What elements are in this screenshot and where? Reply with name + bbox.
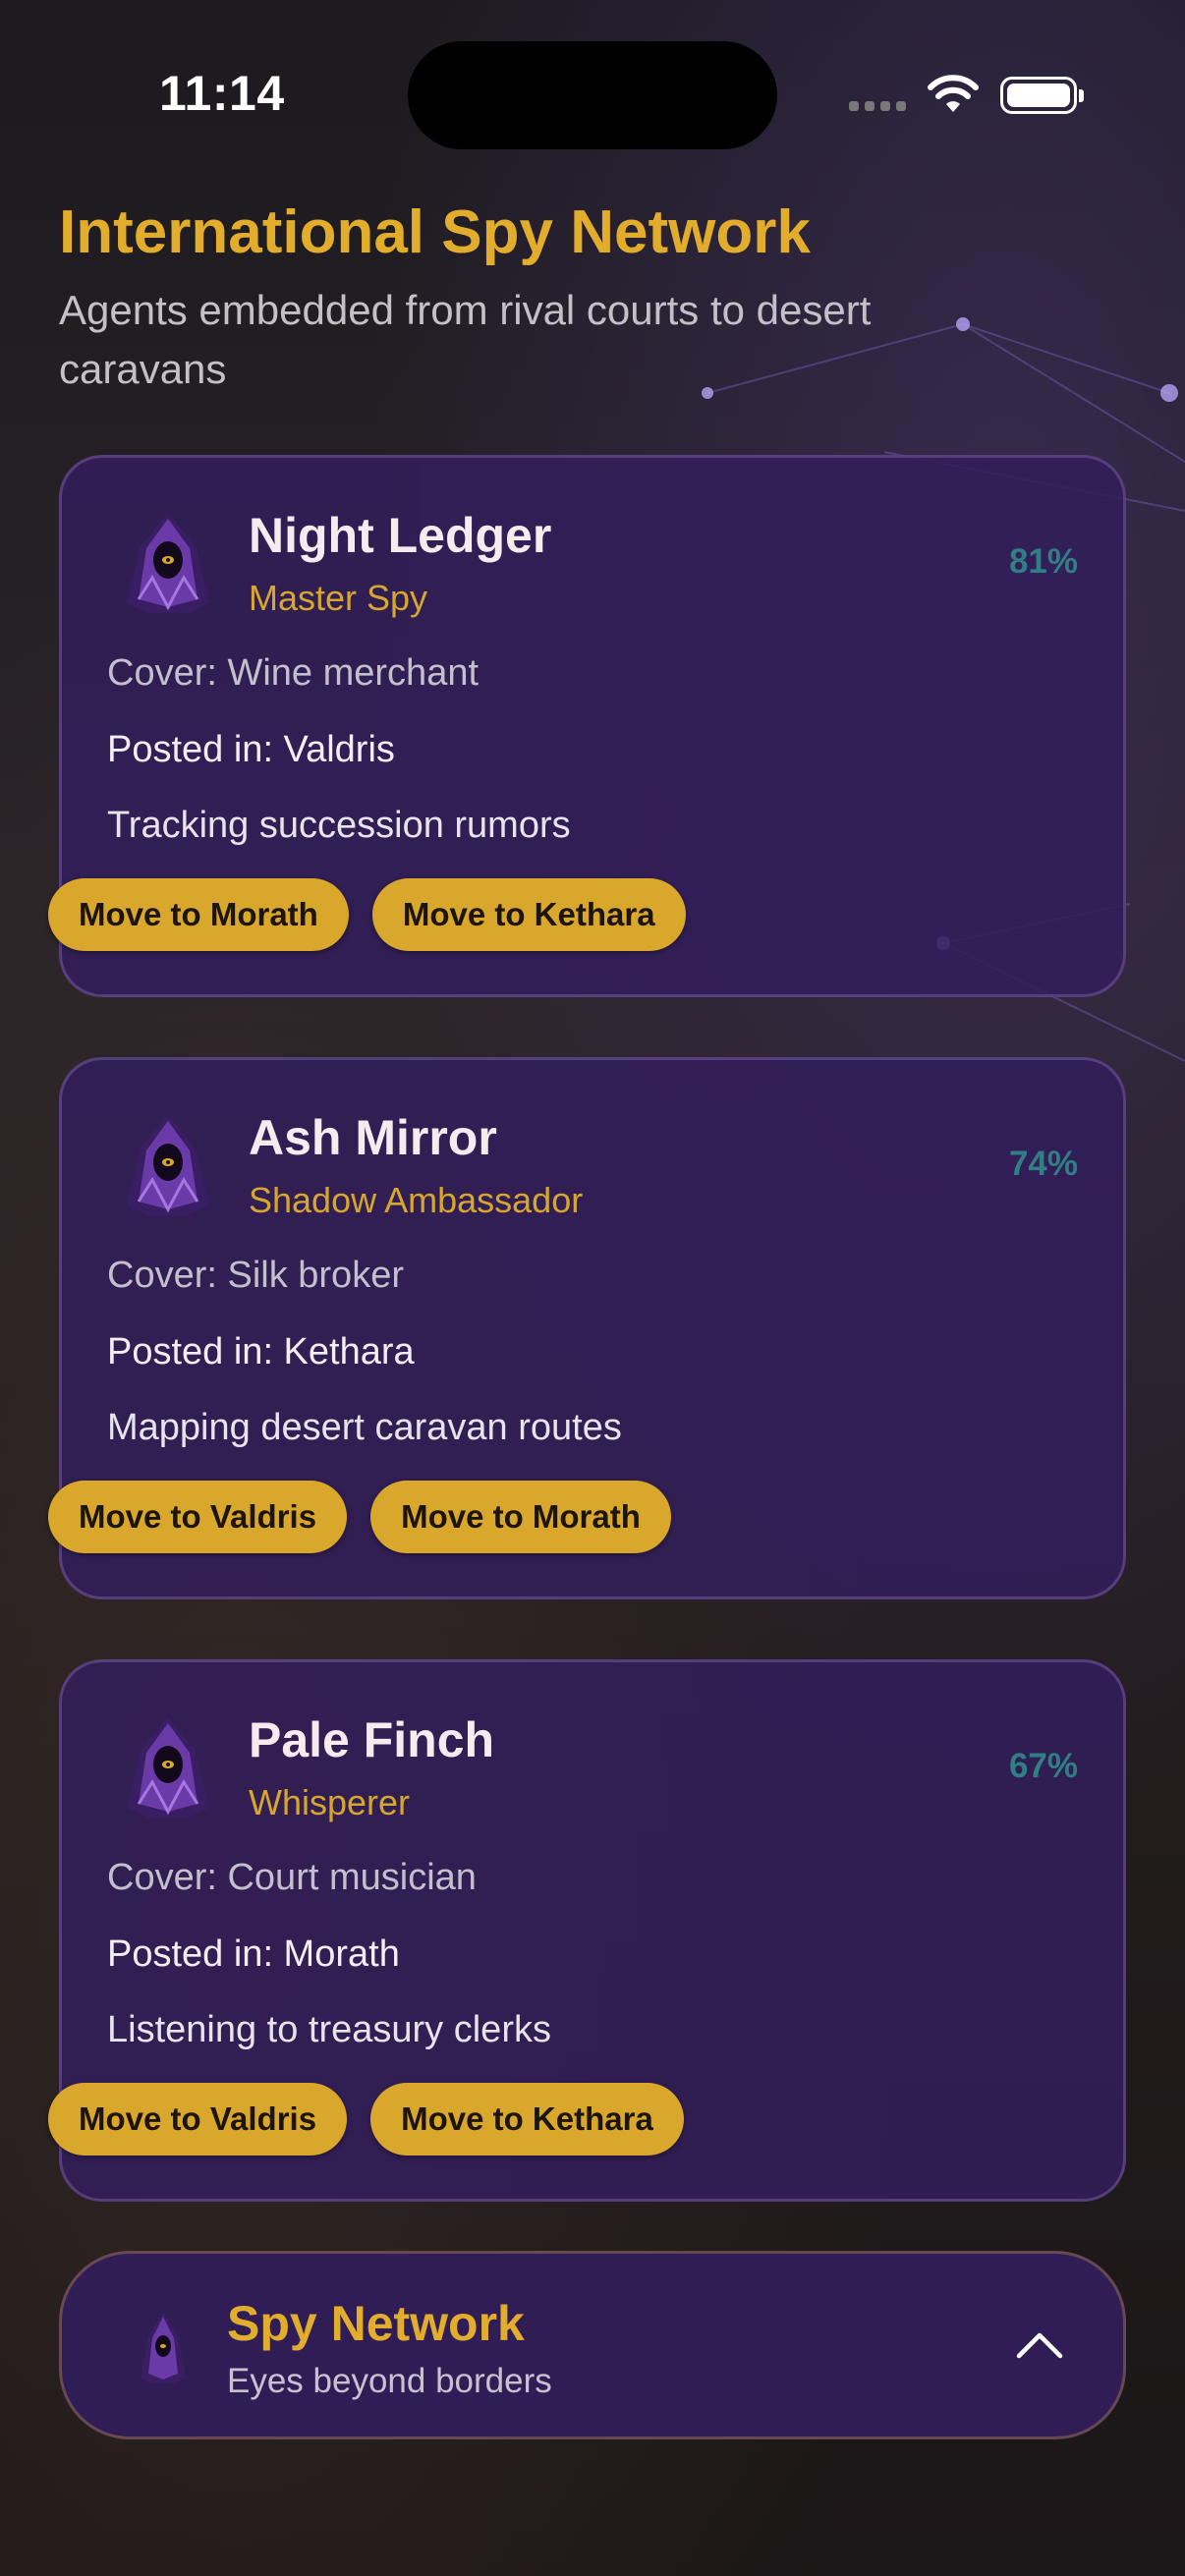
agent-cover: Cover: Court musician bbox=[107, 1857, 477, 1898]
agent-posted-location: Posted in: Kethara bbox=[107, 1331, 415, 1372]
cellular-signal-icon bbox=[849, 101, 908, 115]
dynamic-island bbox=[408, 41, 777, 149]
status-bar: 11:14 bbox=[0, 0, 1185, 149]
battery-icon bbox=[1000, 77, 1084, 114]
bar-subtitle: Eyes beyond borders bbox=[227, 2362, 552, 2400]
page-title: International Spy Network bbox=[59, 198, 811, 266]
agent-card[interactable]: Pale Finch Whisperer 67% Cover: Court mu… bbox=[48, 1659, 1126, 2202]
agent-task: Tracking succession rumors bbox=[107, 805, 571, 846]
move-to-kethara-button[interactable]: Move to Kethara bbox=[370, 2083, 684, 2156]
agent-reliability: 81% bbox=[1008, 542, 1078, 581]
move-to-morath-button[interactable]: Move to Morath bbox=[48, 878, 349, 951]
status-time: 11:14 bbox=[159, 66, 285, 121]
agent-task: Mapping desert caravan routes bbox=[107, 1407, 622, 1448]
agent-name: Pale Finch bbox=[249, 1712, 495, 1767]
spy-network-bar[interactable]: Spy Network Eyes beyond borders bbox=[59, 2251, 1126, 2439]
agent-name: Night Ledger bbox=[249, 508, 552, 563]
hooded-spy-icon bbox=[127, 513, 209, 613]
agent-role: Master Spy bbox=[249, 578, 428, 618]
agent-name: Ash Mirror bbox=[249, 1110, 497, 1165]
hooded-spy-icon bbox=[141, 2313, 186, 2383]
hooded-spy-icon bbox=[127, 1717, 209, 1818]
agent-card[interactable]: Ash Mirror Shadow Ambassador 74% Cover: … bbox=[48, 1057, 1126, 1599]
agent-posted-location: Posted in: Morath bbox=[107, 1933, 400, 1975]
agent-cover: Cover: Silk broker bbox=[107, 1255, 404, 1296]
wifi-icon bbox=[928, 75, 979, 112]
move-to-kethara-button[interactable]: Move to Kethara bbox=[371, 878, 686, 951]
agent-cover: Cover: Wine merchant bbox=[107, 652, 480, 694]
agent-actions: Move to Morath Move to Kethara bbox=[48, 878, 686, 951]
agent-role: Whisperer bbox=[249, 1782, 411, 1822]
agent-role: Shadow Ambassador bbox=[249, 1180, 584, 1220]
bar-title: Spy Network bbox=[227, 2296, 525, 2351]
hooded-spy-icon bbox=[127, 1115, 209, 1215]
agent-task: Listening to treasury clerks bbox=[107, 2009, 551, 2050]
agent-actions: Move to Valdris Move to Kethara bbox=[48, 2083, 684, 2156]
agent-posted-location: Posted in: Valdris bbox=[107, 729, 395, 770]
page-subtitle: Agents embedded from rival courts to des… bbox=[59, 287, 872, 392]
move-to-morath-button[interactable]: Move to Morath bbox=[370, 1481, 671, 1553]
agent-card[interactable]: Night Ledger Master Spy 81% Cover: Wine … bbox=[48, 455, 1126, 997]
move-to-valdris-button[interactable]: Move to Valdris bbox=[48, 1481, 348, 1553]
agent-reliability: 67% bbox=[1008, 1747, 1078, 1785]
chevron-up-icon[interactable] bbox=[1015, 2321, 1064, 2370]
move-to-valdris-button[interactable]: Move to Valdris bbox=[48, 2083, 348, 2156]
agent-actions: Move to Valdris Move to Morath bbox=[48, 1481, 671, 1553]
agent-reliability: 74% bbox=[1008, 1145, 1078, 1183]
